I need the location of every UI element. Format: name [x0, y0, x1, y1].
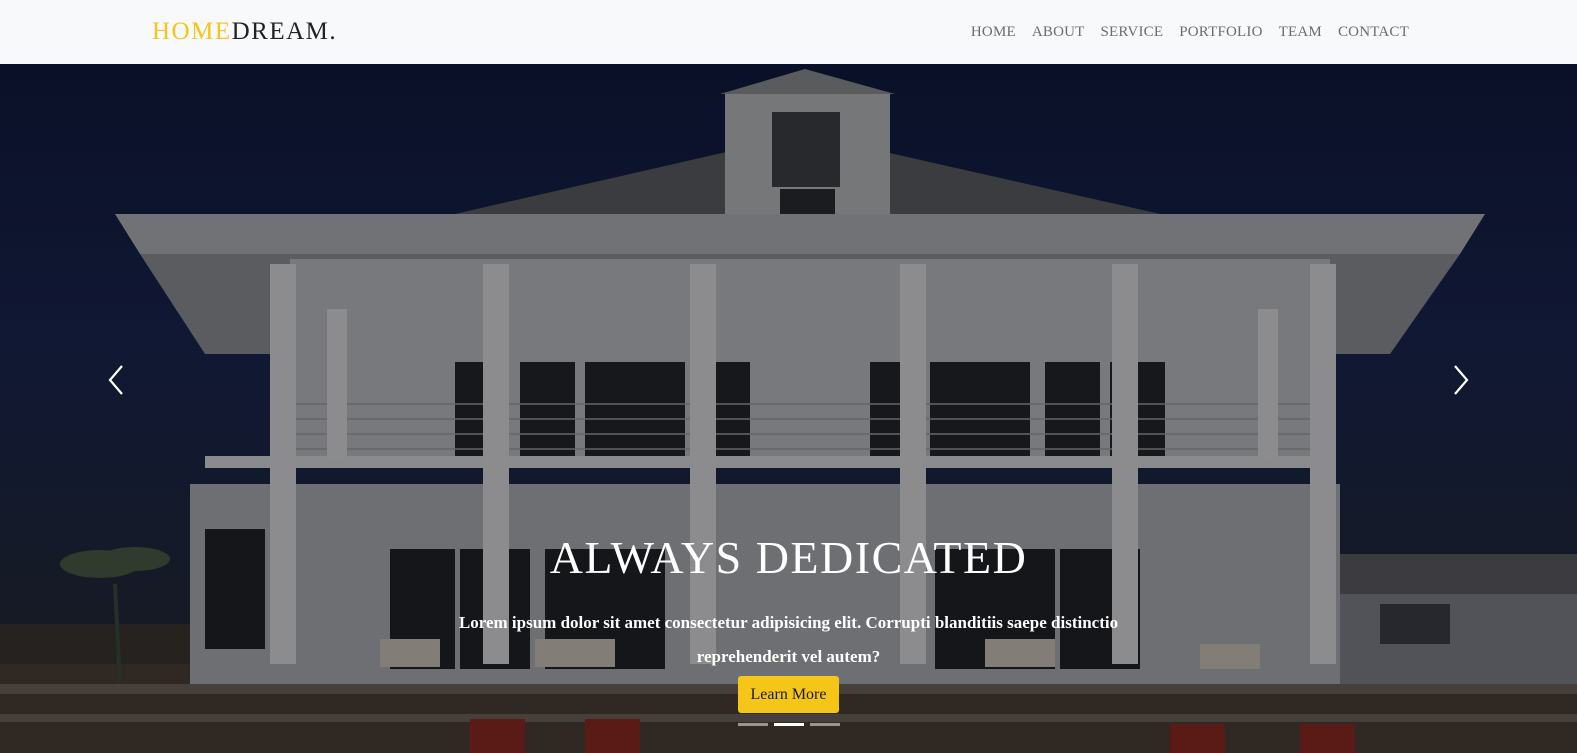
main-nav: HOME ABOUT SERVICE PORTFOLIO TEAM CONTAC…: [971, 22, 1409, 42]
nav-portfolio[interactable]: PORTFOLIO: [1179, 22, 1262, 42]
hero-carousel: ALWAYS DEDICATED Lorem ipsum dolor sit a…: [0, 64, 1577, 753]
nav-about[interactable]: ABOUT: [1032, 22, 1085, 42]
hero-title: ALWAYS DEDICATED: [549, 532, 1028, 583]
brand-part-dream: DREAM.: [231, 18, 338, 45]
carousel-indicator-1[interactable]: [738, 723, 768, 726]
nav-service[interactable]: SERVICE: [1101, 22, 1164, 42]
nav-home[interactable]: HOME: [971, 22, 1016, 42]
learn-more-button[interactable]: Learn More: [738, 676, 839, 713]
chevron-left-icon: [108, 365, 123, 395]
chevron-right-icon: [1454, 365, 1469, 395]
carousel-indicator-3[interactable]: [810, 723, 840, 726]
nav-team[interactable]: TEAM: [1279, 22, 1322, 42]
carousel-prev-button[interactable]: [102, 360, 132, 400]
carousel-indicators: [738, 723, 840, 726]
brand-logo[interactable]: HOMEDREAM.: [152, 17, 337, 47]
hero-caption: ALWAYS DEDICATED Lorem ipsum dolor sit a…: [0, 530, 1577, 674]
navbar: HOMEDREAM. HOME ABOUT SERVICE PORTFOLIO …: [0, 0, 1577, 64]
hero-text: Lorem ipsum dolor sit amet consectetur a…: [458, 613, 1119, 666]
brand-part-home: HOME: [152, 18, 232, 45]
carousel-indicator-2[interactable]: [774, 723, 804, 726]
nav-contact[interactable]: CONTACT: [1338, 22, 1409, 42]
carousel-next-button[interactable]: [1445, 360, 1475, 400]
